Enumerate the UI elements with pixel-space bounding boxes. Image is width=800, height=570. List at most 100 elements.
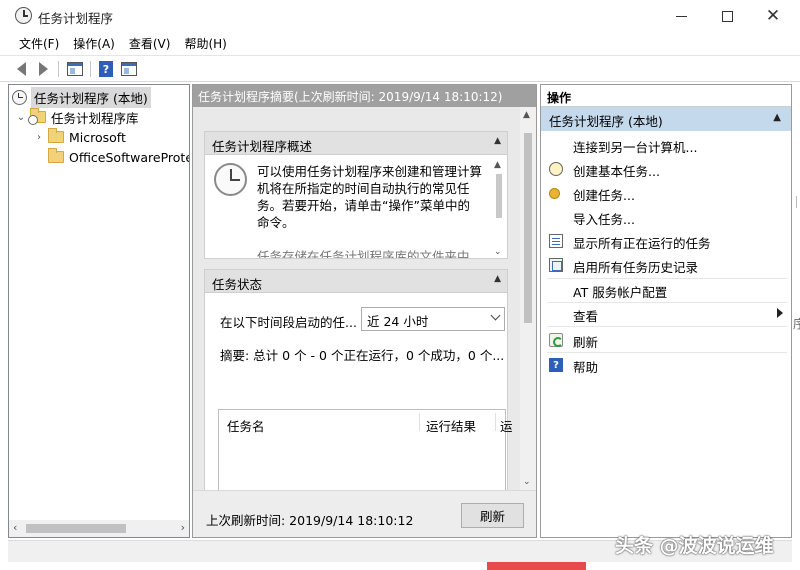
title-bar: 任务计划程序 ✕ bbox=[0, 0, 800, 32]
column-header-run-start[interactable]: 运 bbox=[500, 416, 513, 435]
column-header-task-name[interactable]: 任务名 bbox=[227, 416, 265, 435]
last-refresh-time: 上次刷新时间: 2019/9/14 18:10:12 bbox=[206, 513, 414, 528]
action-show-running-tasks[interactable]: 显示所有正在运行的任务 bbox=[541, 229, 791, 253]
action-help[interactable]: ? 帮助 bbox=[541, 353, 791, 377]
refresh-button[interactable]: 刷新 bbox=[461, 503, 524, 528]
action-create-basic-task[interactable]: 创建基本任务... bbox=[541, 157, 791, 181]
back-arrow-icon bbox=[16, 62, 26, 76]
minimize-icon bbox=[675, 15, 687, 17]
scheduler-clock-icon bbox=[214, 163, 247, 196]
maximize-button[interactable] bbox=[704, 0, 750, 32]
chevron-right-icon[interactable]: › bbox=[33, 132, 45, 143]
toolbar-separator bbox=[58, 61, 59, 77]
show-hide-console-tree-button[interactable] bbox=[65, 59, 85, 79]
maximize-icon bbox=[721, 10, 733, 22]
action-view[interactable]: 查看 bbox=[541, 302, 791, 326]
console-tree: 任务计划程序 (本地) ⌄ 任务计划程序库 › Microsoft Office… bbox=[8, 84, 190, 538]
tree-item-library[interactable]: ⌄ 任务计划程序库 bbox=[15, 107, 139, 127]
tree-item-label: OfficeSoftwareProte bbox=[69, 149, 190, 165]
forward-button[interactable] bbox=[33, 59, 53, 79]
collapse-caret-icon[interactable]: ▲ bbox=[494, 274, 501, 284]
tree-item-label: Microsoft bbox=[69, 129, 126, 145]
scrollbar-thumb[interactable] bbox=[524, 133, 532, 323]
collapse-caret-icon[interactable]: ▲ bbox=[494, 136, 501, 146]
overview-line: 命令。 bbox=[257, 215, 295, 230]
scrollbar-thumb[interactable] bbox=[26, 524, 126, 533]
column-divider[interactable] bbox=[419, 413, 420, 431]
action-label: 创建任务... bbox=[573, 188, 635, 203]
show-hide-action-pane-button[interactable] bbox=[119, 59, 139, 79]
scroll-down-icon[interactable]: ⌄ bbox=[523, 477, 531, 487]
action-enable-task-history[interactable]: 启用所有任务历史记录 bbox=[541, 253, 791, 277]
summary-header: 任务计划程序摘要(上次刷新时间: 2019/9/14 18:10:12) bbox=[193, 85, 536, 107]
menu-file[interactable]: 文件(F) bbox=[12, 32, 66, 54]
scrollbar-thumb[interactable] bbox=[496, 174, 502, 218]
action-label: 刷新 bbox=[573, 335, 599, 350]
column-header-run-result[interactable]: 运行结果 bbox=[426, 416, 476, 435]
console-tree-icon bbox=[67, 62, 83, 76]
tree-item-root[interactable]: 任务计划程序 (本地) bbox=[12, 86, 151, 108]
action-separator bbox=[547, 326, 787, 327]
menu-help[interactable]: 帮助(H) bbox=[177, 32, 233, 54]
action-label: 查看 bbox=[573, 309, 599, 324]
action-connect-another-computer[interactable]: 连接到另一台计算机... bbox=[541, 133, 791, 157]
toolbar: ? bbox=[0, 55, 800, 82]
scroll-up-icon[interactable]: ▲ bbox=[494, 160, 501, 170]
overview-line: 务。若要开始，请单击“操作”菜单中的 bbox=[257, 198, 470, 213]
tree-item-microsoft[interactable]: › Microsoft bbox=[33, 127, 126, 147]
action-label: 显示所有正在运行的任务 bbox=[573, 236, 711, 251]
overview-line: 任务存储在任务计划程序库的文件夹中 bbox=[257, 249, 470, 259]
sun-task-icon bbox=[549, 188, 560, 199]
action-import-task[interactable]: 导入任务... bbox=[541, 205, 791, 229]
actions-pane: 操作 任务计划程序 (本地) ▲ 连接到另一台计算机... 创建基本任务... … bbox=[540, 84, 792, 538]
action-create-task[interactable]: 创建任务... bbox=[541, 181, 791, 205]
tree-horizontal-scrollbar[interactable]: ‹ › bbox=[9, 520, 189, 537]
help-icon: ? bbox=[99, 61, 113, 77]
tree-item-label: 任务计划程序 (本地) bbox=[31, 86, 151, 108]
toolbar-separator bbox=[90, 61, 91, 77]
back-button[interactable] bbox=[11, 59, 31, 79]
scroll-up-icon[interactable]: ▲ bbox=[523, 110, 530, 120]
overview-section: 任务计划程序概述 ▲ 可以使用任务计划程序来创建和管理计算 机将在所指定的时间自… bbox=[204, 131, 508, 259]
menu-view[interactable]: 查看(V) bbox=[122, 32, 178, 54]
actions-section-title: 任务计划程序 (本地) bbox=[549, 114, 663, 129]
help-toolbar-button[interactable]: ? bbox=[96, 59, 116, 79]
summary-vertical-scrollbar[interactable]: ▲ ⌄ bbox=[520, 107, 536, 490]
summary-footer: 上次刷新时间: 2019/9/14 18:10:12 刷新 bbox=[193, 490, 536, 537]
scroll-left-icon[interactable]: ‹ bbox=[13, 521, 17, 534]
chevron-down-icon[interactable]: ⌄ bbox=[15, 112, 27, 123]
minimize-button[interactable] bbox=[658, 0, 704, 32]
clock-plus-icon bbox=[549, 162, 563, 176]
scroll-right-icon[interactable]: › bbox=[181, 521, 185, 534]
overview-section-header[interactable]: 任务计划程序概述 ▲ bbox=[205, 132, 507, 155]
menu-action[interactable]: 操作(A) bbox=[66, 32, 122, 54]
status-summary: 摘要: 总计 0 个 - 0 个正在运行，0 个成功，0 个... bbox=[220, 348, 505, 363]
menu-bar: 文件(F) 操作(A) 查看(V) 帮助(H) bbox=[0, 32, 800, 54]
running-list-icon bbox=[549, 234, 563, 248]
submenu-arrow-icon bbox=[777, 308, 783, 318]
watermark: 头条 @波波说运维 bbox=[615, 535, 774, 557]
tree-item-officesoftwareprotection[interactable]: OfficeSoftwareProte bbox=[33, 147, 190, 167]
scroll-down-icon[interactable]: ⌄ bbox=[494, 247, 502, 257]
action-refresh[interactable]: 刷新 bbox=[541, 328, 791, 352]
collapse-caret-icon[interactable]: ▲ bbox=[773, 112, 781, 123]
task-status-header[interactable]: 任务状态 ▲ bbox=[205, 270, 507, 293]
action-label: 创建基本任务... bbox=[573, 164, 660, 179]
action-label: 连接到另一台计算机... bbox=[573, 140, 698, 155]
actions-section-header[interactable]: 任务计划程序 (本地) ▲ bbox=[541, 107, 791, 131]
time-filter-select[interactable]: 近 24 小时 bbox=[361, 307, 505, 331]
overview-title: 任务计划程序概述 bbox=[212, 139, 313, 154]
overview-line: 可以使用任务计划程序来创建和管理计算 bbox=[257, 164, 483, 179]
column-divider[interactable] bbox=[495, 413, 496, 431]
summary-pane: 任务计划程序摘要(上次刷新时间: 2019/9/14 18:10:12) 任务计… bbox=[192, 84, 537, 538]
forward-arrow-icon bbox=[38, 62, 48, 76]
overview-scrollbar[interactable]: ▲ ⌄ bbox=[493, 160, 505, 257]
action-label: AT 服务帐户配置 bbox=[573, 285, 668, 300]
overview-line: 机将在所指定的时间自动执行的常见任 bbox=[257, 181, 470, 196]
background-window-strip bbox=[487, 562, 586, 570]
background-window-text: 序 bbox=[793, 317, 800, 331]
help-icon: ? bbox=[549, 358, 563, 372]
time-filter-value: 近 24 小时 bbox=[367, 314, 429, 329]
close-button[interactable]: ✕ bbox=[750, 0, 796, 32]
action-at-service-account[interactable]: AT 服务帐户配置 bbox=[541, 278, 791, 302]
